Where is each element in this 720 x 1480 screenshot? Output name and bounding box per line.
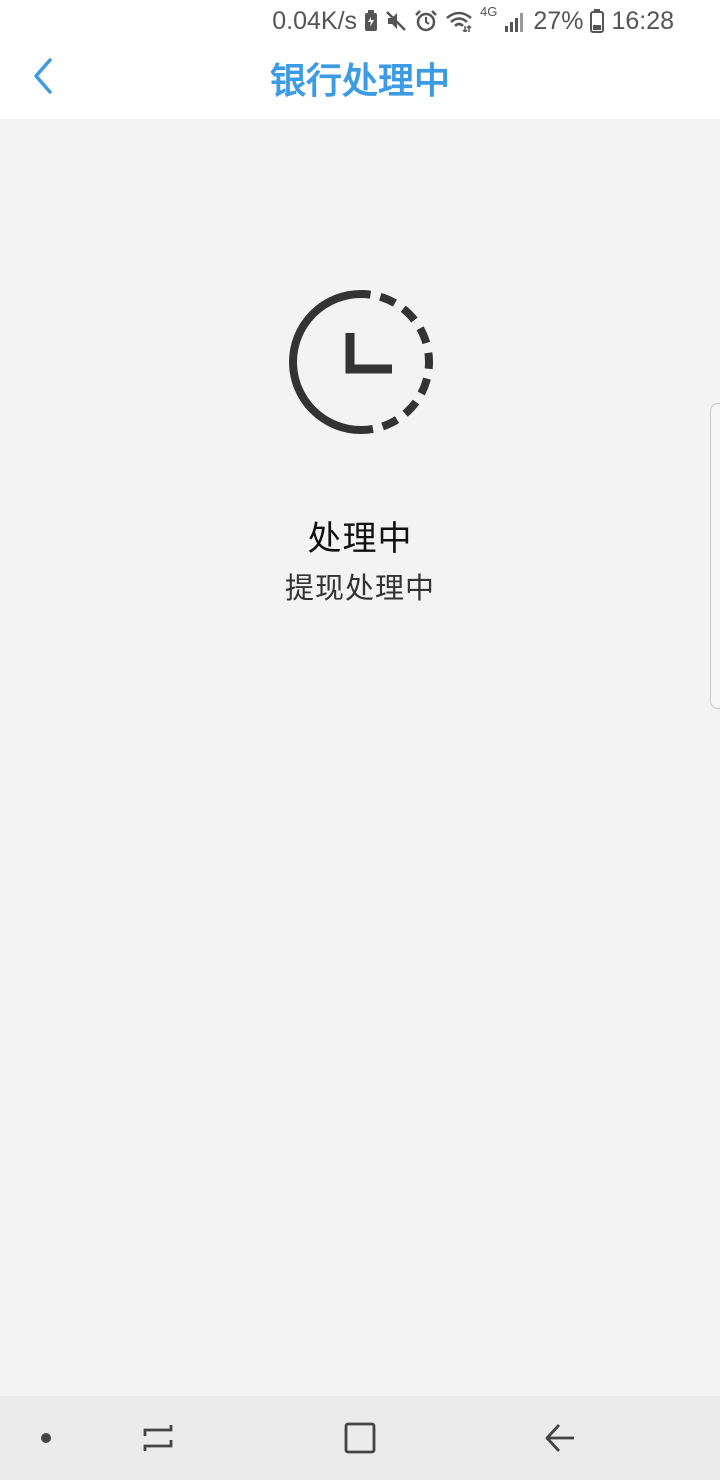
recent-apps-button[interactable] xyxy=(136,1416,180,1460)
navigation-bar xyxy=(0,1396,720,1480)
main-content: 处理中 提现处理中 xyxy=(0,119,720,1396)
battery-percent: 27% xyxy=(533,6,584,35)
page-title: 银行处理中 xyxy=(269,61,450,102)
home-icon xyxy=(344,1422,376,1454)
alarm-icon xyxy=(414,10,438,32)
network-type: 4G xyxy=(480,4,498,19)
wifi-icon xyxy=(445,10,473,32)
nav-dot-button[interactable] xyxy=(24,1416,68,1460)
recent-apps-icon xyxy=(143,1425,173,1451)
dot-icon xyxy=(41,1433,51,1443)
header: 银行处理中 xyxy=(0,42,720,119)
clock-time: 16:28 xyxy=(611,6,674,35)
screen: 0.04K/s 4G 27% 16:28 银行处理中 处理中 提现处理中 xyxy=(0,0,720,1480)
status-bar: 0.04K/s 4G 27% 16:28 xyxy=(0,0,720,42)
status-subtitle: 提现处理中 xyxy=(284,571,435,605)
nav-back-button[interactable] xyxy=(538,1416,582,1460)
edge-panel-handle[interactable] xyxy=(710,403,720,709)
status-bar-right: 0.04K/s 4G 27% 16:28 xyxy=(272,4,674,36)
clock-pending-icon xyxy=(288,289,434,435)
signal-icon xyxy=(504,10,526,32)
battery-saver-icon xyxy=(364,10,378,32)
status-title: 处理中 xyxy=(307,519,413,559)
home-button[interactable] xyxy=(338,1416,382,1460)
battery-icon xyxy=(590,9,605,33)
mute-icon xyxy=(385,10,407,32)
back-arrow-icon xyxy=(545,1424,574,1452)
net-speed: 0.04K/s xyxy=(272,6,358,35)
